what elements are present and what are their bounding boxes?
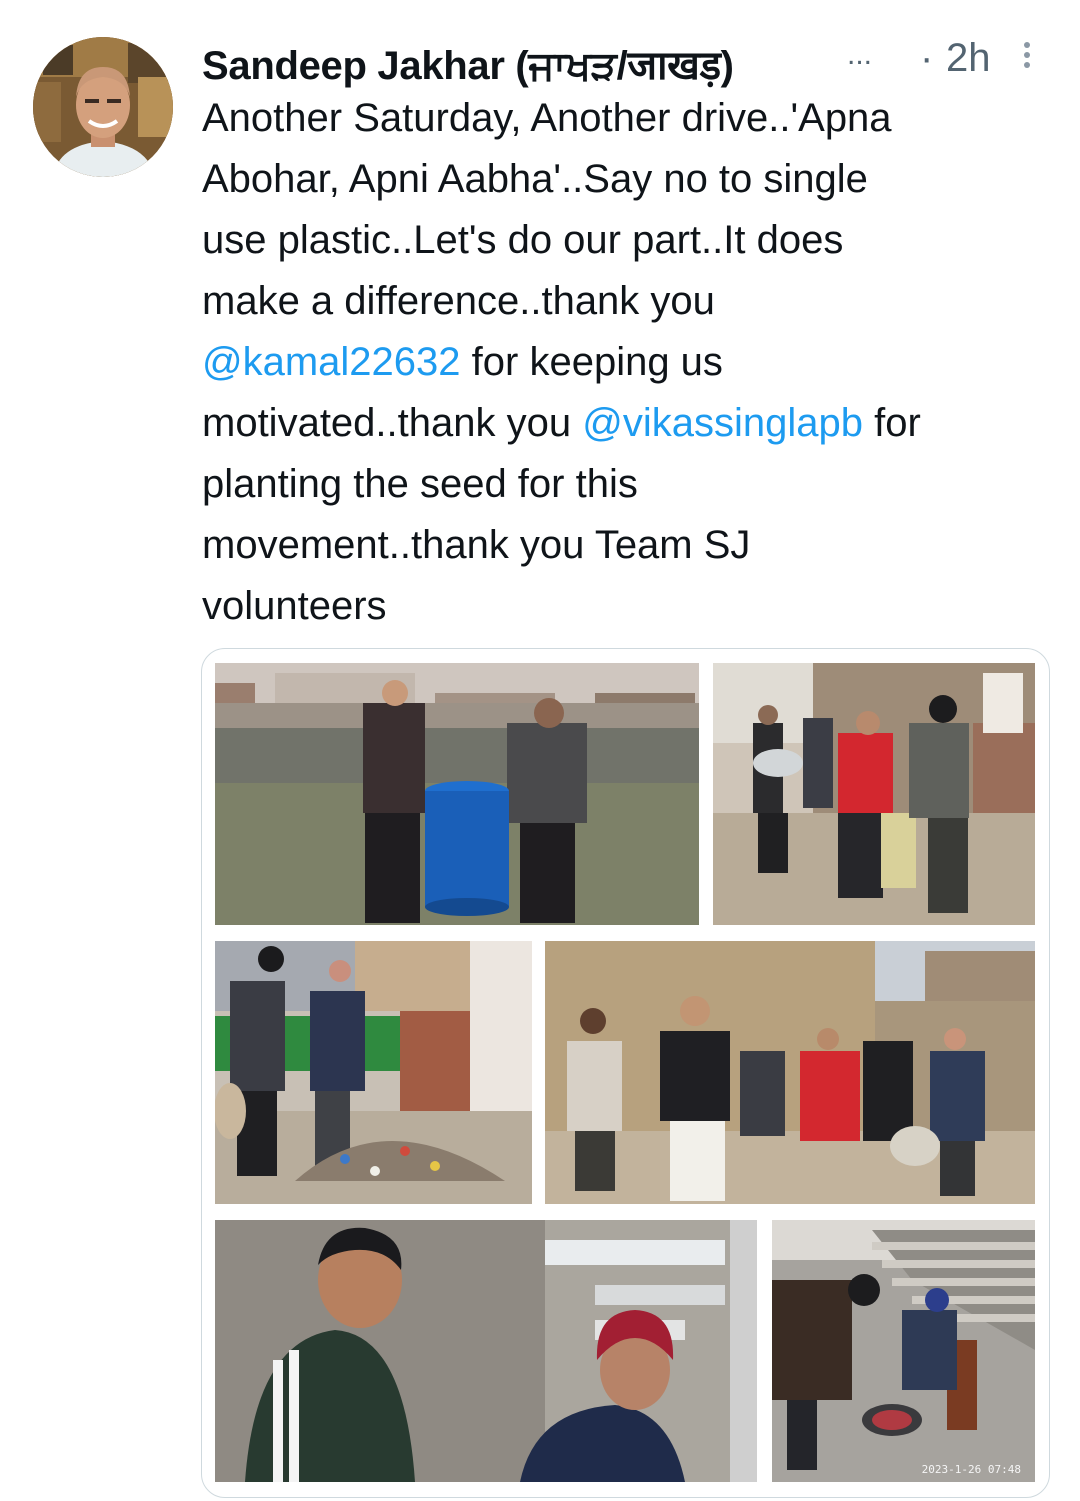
tweet-text-line: @kamal22632 for keeping us xyxy=(202,332,1052,393)
tweet-text-line: make a difference..thank you xyxy=(202,271,1052,332)
tweet-text-segment: Another Saturday, Another drive..'Apna xyxy=(202,96,892,140)
tweet-text-segment: movement..thank you Team SJ xyxy=(202,523,751,567)
mention-link[interactable]: @vikassinglapb xyxy=(582,401,863,445)
tweet-text-line: motivated..thank you @vikassinglapb for xyxy=(202,393,1052,454)
avatar-image xyxy=(33,37,173,177)
tweet-text-line: movement..thank you Team SJ xyxy=(202,515,1052,576)
tweet-text: Another Saturday, Another drive..'Apna Ab… xyxy=(202,88,1052,637)
photo-two-men-with-waste-pile[interactable] xyxy=(215,941,532,1204)
mention-link[interactable]: @kamal22632 xyxy=(202,340,461,384)
more-vertical-icon[interactable] xyxy=(1020,38,1034,78)
tweet-text-line: use plastic..Let's do our part..It does xyxy=(202,210,1052,271)
separator-dot: · xyxy=(920,36,934,80)
photo-volunteers-collecting-waste-by-wall[interactable] xyxy=(713,663,1035,925)
tweet-text-segment: make a difference..thank you xyxy=(202,279,715,323)
photo-two-men-carrying-blue-drum[interactable] xyxy=(215,663,699,925)
author-avatar[interactable] xyxy=(33,37,173,177)
photo-group-of-volunteers[interactable] xyxy=(545,941,1035,1204)
tweet-header: Sandeep Jakhar (ਜਾਖੜ/जाखड़) ... · 2h xyxy=(202,30,1042,90)
tweet-text-segment: for xyxy=(862,401,921,445)
tweet-text-segment: planting the seed for this xyxy=(202,462,638,506)
tweet-text-line: planting the seed for this xyxy=(202,454,1052,515)
photo-selfie-with-boy[interactable] xyxy=(215,1220,757,1482)
tweet-text-segment: motivated..thank you xyxy=(202,401,583,445)
tweet-text-line: Another Saturday, Another drive..'Apna xyxy=(202,88,1052,149)
tweet-timestamp[interactable]: 2h xyxy=(946,36,991,81)
media-card[interactable]: 2023-1-26 07:48 xyxy=(201,648,1050,1498)
name-truncation: ... xyxy=(847,38,873,71)
photo-cleaning-stadium-steps[interactable]: 2023-1-26 07:48 xyxy=(772,1220,1035,1482)
tweet-text-segment: use plastic..Let's do our part..It does xyxy=(202,218,844,262)
photo-date-stamp: 2023-1-26 07:48 xyxy=(921,1463,1021,1476)
tweet-text-segment: volunteers xyxy=(202,584,387,628)
tweet-text-line: Abohar, Apni Aabha'..Say no to single xyxy=(202,149,1052,210)
author-name[interactable]: Sandeep Jakhar (ਜਾਖੜ/जाखड़) xyxy=(202,36,734,91)
tweet-text-segment: Abohar, Apni Aabha'..Say no to single xyxy=(202,157,868,201)
tweet-text-line: volunteers xyxy=(202,576,1052,637)
tweet-text-segment: for keeping us xyxy=(460,340,723,384)
